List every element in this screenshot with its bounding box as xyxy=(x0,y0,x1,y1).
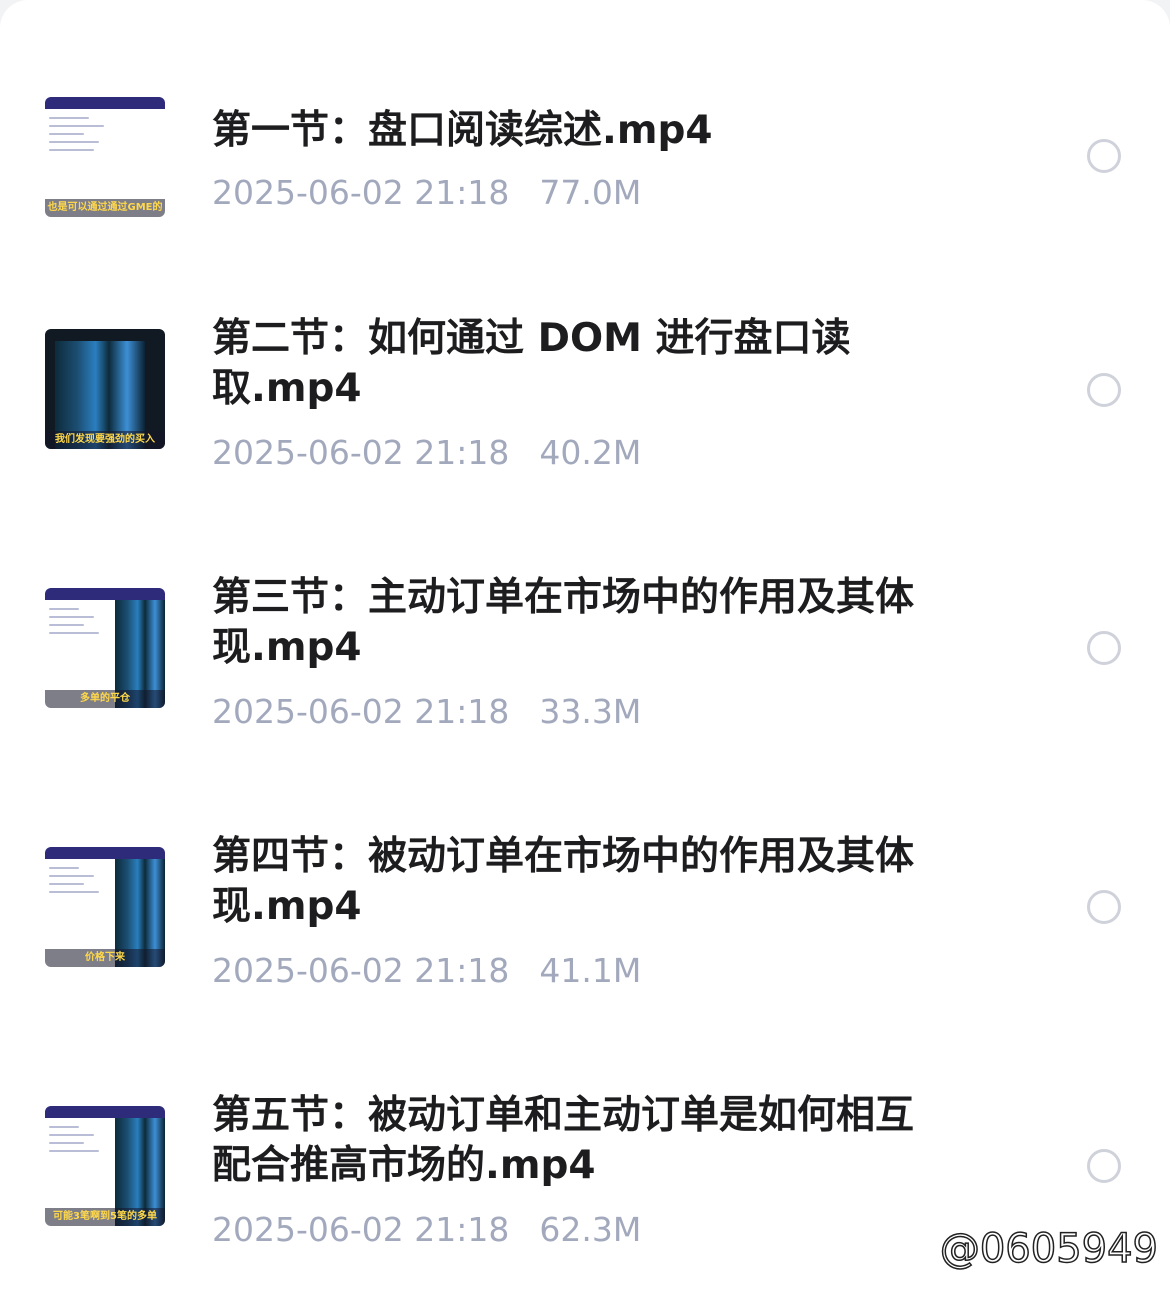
file-size: 33.3M xyxy=(539,692,642,731)
video-thumbnail: 可能3笔啊到5笔的多单 xyxy=(45,1106,165,1226)
thumbnail-caption: 可能3笔啊到5笔的多单 xyxy=(45,1208,165,1226)
file-meta: 2025-06-02 21:18 77.0M xyxy=(212,173,641,213)
select-checkbox[interactable] xyxy=(1087,139,1121,173)
video-thumbnail: 多单的平仓 xyxy=(45,588,165,708)
file-name: 第五节：被动订单和主动订单是如何相互配合推高市场的.mp4 xyxy=(212,1093,915,1188)
thumbnail-caption: 我们发现要强劲的买入 xyxy=(45,431,165,449)
file-date: 2025-06-02 21:18 xyxy=(212,173,510,212)
file-date: 2025-06-02 21:18 xyxy=(212,951,510,990)
select-checkbox[interactable] xyxy=(1087,631,1121,665)
file-size: 77.0M xyxy=(539,173,642,212)
file-list: 也是可以通过通过GME的 第一节：盘口阅读综述.mp4 2025-06-02 2… xyxy=(0,0,1170,1312)
thumbnail-caption: 价格下来 xyxy=(45,949,165,967)
file-name: 第二节：如何通过 DOM 进行盘口读取.mp4 xyxy=(212,316,851,411)
file-size: 41.1M xyxy=(539,951,642,990)
thumbnail-header xyxy=(45,847,165,859)
file-size: 62.3M xyxy=(539,1210,642,1249)
file-meta: 2025-06-02 21:18 33.3M xyxy=(212,692,641,732)
file-date: 2025-06-02 21:18 xyxy=(212,692,510,731)
thumbnail-header xyxy=(45,588,165,600)
thumbnail-caption: 多单的平仓 xyxy=(45,690,165,708)
file-size: 40.2M xyxy=(539,433,642,472)
thumbnail-notes xyxy=(49,608,109,640)
select-checkbox[interactable] xyxy=(1087,373,1121,407)
video-thumbnail: 也是可以通过通过GME的 xyxy=(45,97,165,217)
file-date: 2025-06-02 21:18 xyxy=(212,1210,510,1249)
watermark: @0605949 xyxy=(939,1225,1159,1273)
select-checkbox[interactable] xyxy=(1087,1149,1121,1183)
thumbnail-caption: 也是可以通过通过GME的 xyxy=(45,199,165,217)
thumbnail-header xyxy=(45,97,165,109)
file-name: 第一节：盘口阅读综述.mp4 xyxy=(212,108,713,153)
file-meta: 2025-06-02 21:18 62.3M xyxy=(212,1210,641,1250)
video-thumbnail: 我们发现要强劲的买入 xyxy=(45,329,165,449)
file-meta: 2025-06-02 21:18 41.1M xyxy=(212,951,641,991)
file-name: 第三节：主动订单在市场中的作用及其体现.mp4 xyxy=(212,575,915,670)
file-date: 2025-06-02 21:18 xyxy=(212,433,510,472)
thumbnail-notes xyxy=(49,867,109,899)
select-checkbox[interactable] xyxy=(1087,890,1121,924)
file-name: 第四节：被动订单在市场中的作用及其体现.mp4 xyxy=(212,834,915,929)
thumbnail-notes xyxy=(49,1126,109,1158)
file-meta: 2025-06-02 21:18 40.2M xyxy=(212,433,641,473)
file-list-sheet: 也是可以通过通过GME的 第一节：盘口阅读综述.mp4 2025-06-02 2… xyxy=(0,0,1170,1312)
thumbnail-notes xyxy=(49,117,109,157)
video-thumbnail: 价格下来 xyxy=(45,847,165,967)
thumbnail-header xyxy=(45,1106,165,1118)
